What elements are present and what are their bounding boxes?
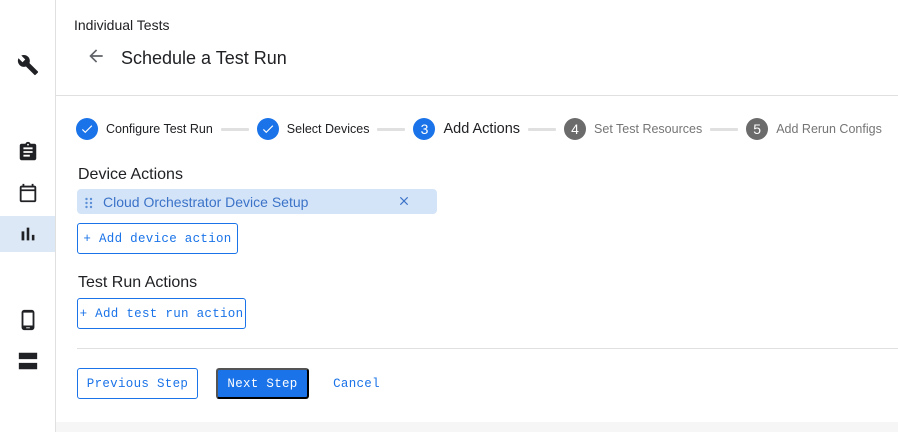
sidebar-item-hosts[interactable] (0, 343, 55, 379)
page-title: Schedule a Test Run (121, 48, 287, 68)
sidebar-item-results[interactable] (0, 216, 55, 252)
sidebar-item-devices[interactable] (0, 302, 55, 338)
back-button[interactable] (86, 46, 106, 66)
step-done-marker (76, 118, 98, 140)
step-connector (528, 127, 557, 131)
step-label: Add Actions (443, 121, 521, 137)
breadcrumb[interactable]: Individual Tests (74, 17, 169, 33)
next-step-button[interactable]: Next Step (216, 368, 309, 399)
sidebar-item-tools[interactable] (0, 47, 55, 83)
test-run-actions-title: Test Run Actions (78, 274, 198, 291)
bar-chart-icon (21, 227, 34, 241)
close-icon[interactable] (397, 194, 411, 208)
stepper: Configure Test Run Select Devices 3 Add … (76, 117, 882, 141)
phone-icon (21, 309, 34, 331)
step-label: Add Rerun Configs (776, 122, 882, 136)
device-action-label: Cloud Orchestrator Device Setup (103, 193, 309, 210)
add-device-action-button[interactable]: + Add device action (77, 223, 238, 254)
step-add-actions[interactable]: 3 Add Actions (413, 118, 520, 140)
step-label: Configure Test Run (106, 122, 213, 136)
step-done-marker (256, 118, 279, 140)
step-label: Set Test Resources (594, 122, 703, 136)
step-set-test-resources[interactable]: 4 Set Test Resources (564, 118, 702, 140)
arrow-back-icon (89, 49, 103, 63)
main-content: Individual Tests Schedule a Test Run Con… (56, 0, 898, 422)
drag-handle-icon[interactable] (84, 196, 94, 208)
divider (77, 348, 898, 349)
step-select-devices[interactable]: Select Devices (256, 118, 370, 140)
server-icon (18, 352, 37, 370)
sidebar (0, 0, 56, 432)
device-actions-title: Device Actions (78, 166, 183, 183)
step-connector (710, 127, 739, 131)
step-connector (377, 127, 406, 131)
wrench-icon (17, 55, 38, 76)
step-configure-test-run[interactable]: Configure Test Run (76, 118, 213, 140)
step-number: 5 (746, 118, 769, 140)
check-icon (262, 125, 274, 134)
calendar-icon (19, 183, 36, 203)
sidebar-item-schedule[interactable] (0, 175, 55, 211)
cancel-button[interactable]: Cancel (324, 368, 389, 399)
step-number: 4 (564, 118, 587, 140)
add-test-run-action-button[interactable]: + Add test run action (77, 298, 246, 329)
step-add-rerun-configs[interactable]: 5 Add Rerun Configs (746, 118, 882, 140)
previous-step-button[interactable]: Previous Step (77, 368, 198, 399)
clipboard-icon (19, 141, 36, 161)
page-header: Individual Tests Schedule a Test Run (56, 0, 898, 96)
sidebar-item-tests[interactable] (0, 134, 55, 170)
step-number: 3 (413, 118, 436, 140)
step-label: Select Devices (286, 122, 370, 136)
device-action-chip[interactable]: Cloud Orchestrator Device Setup (77, 189, 437, 214)
step-connector (220, 127, 249, 131)
check-icon (81, 125, 93, 134)
